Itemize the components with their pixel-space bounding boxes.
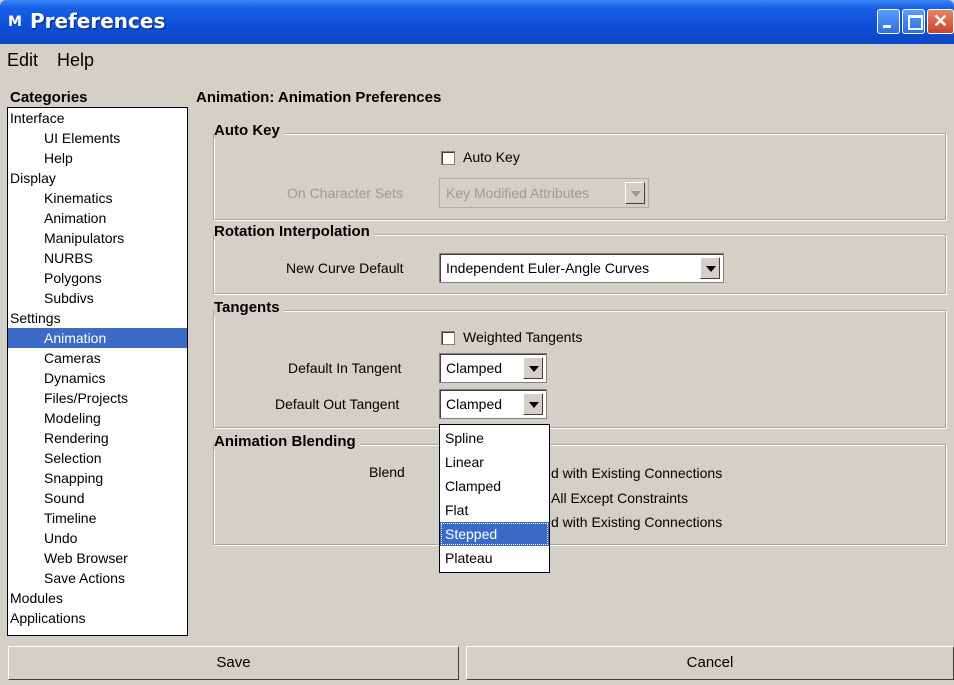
blend-option-1[interactable]: d with Existing Connections [551,465,722,481]
category-item[interactable]: Kinematics [8,188,187,208]
category-item[interactable]: Animation [8,328,187,348]
rotation-interpolation-title: Rotation Interpolation [214,223,374,240]
category-item[interactable]: Settings [8,308,187,328]
chevron-down-icon[interactable] [700,257,720,279]
dropdown-option[interactable]: Flat [440,498,549,522]
category-item[interactable]: Sound [8,488,187,508]
tangent-dropdown-list[interactable]: Spline Linear Clamped Flat Stepped Plateau [439,424,550,573]
dropdown-option[interactable]: Linear [440,450,549,474]
close-button[interactable]: ✕ [927,9,954,34]
default-in-tangent-label: Default In Tangent [288,360,402,376]
category-item[interactable]: Subdivs [8,288,187,308]
dropdown-option[interactable]: Plateau [440,546,549,570]
category-item[interactable]: Polygons [8,268,187,288]
auto-key-checkbox[interactable] [441,151,455,165]
character-sets-dropdown: Key Modified Attributes [439,178,649,208]
page-title: Animation: Animation Preferences [196,89,442,106]
maya-icon: Ⅿ [8,14,22,30]
category-item[interactable]: Web Browser [8,548,187,568]
blend-label: Blend [369,464,405,480]
category-item[interactable]: Interface [8,108,187,128]
default-in-tangent-value: Clamped [446,360,503,376]
category-item[interactable]: Undo [8,528,187,548]
category-item[interactable]: Animation [8,208,187,228]
category-item[interactable]: Save Actions [8,568,187,588]
category-item[interactable]: Help [8,148,187,168]
character-sets-label: On Character Sets [287,185,403,201]
category-item[interactable]: Display [8,168,187,188]
default-in-tangent-dropdown[interactable]: Clamped [439,353,547,383]
category-item[interactable]: Timeline [8,508,187,528]
chevron-down-icon[interactable] [523,357,543,379]
cancel-button[interactable]: Cancel [466,646,954,680]
category-item[interactable]: Manipulators [8,228,187,248]
category-item[interactable]: Rendering [8,428,187,448]
window-title: Preferences [30,9,166,33]
blend-option-2[interactable]: All Except Constraints [551,490,688,506]
category-item[interactable]: Modeling [8,408,187,428]
title-bar[interactable]: Ⅿ Preferences ✕ [0,0,954,44]
dropdown-option[interactable]: Stepped [440,522,549,546]
category-item[interactable]: UI Elements [8,128,187,148]
minimize-icon [878,10,899,33]
auto-key-label: Auto Key [463,149,520,165]
category-item[interactable]: Files/Projects [8,388,187,408]
category-item[interactable]: Dynamics [8,368,187,388]
new-curve-default-value: Independent Euler-Angle Curves [446,260,650,276]
chevron-down-icon[interactable] [523,393,543,415]
categories-label: Categories [10,89,88,106]
dropdown-option[interactable]: Spline [440,426,549,450]
category-item[interactable]: Cameras [8,348,187,368]
dropdown-option[interactable]: Clamped [440,474,549,498]
categories-list[interactable]: Interface UI Elements Help Display Kinematic… [7,107,188,636]
maximize-icon [903,10,924,33]
character-sets-value: Key Modified Attributes [446,185,590,201]
default-out-tangent-value: Clamped [446,396,503,412]
weighted-tangents-label: Weighted Tangents [463,329,583,345]
menu-bar: Edit Help [0,44,954,76]
category-item[interactable]: Selection [8,448,187,468]
category-item[interactable]: Applications [8,608,187,628]
minimize-button[interactable] [877,9,900,34]
menu-help[interactable]: Help [57,50,94,71]
category-item[interactable]: Snapping [8,468,187,488]
menu-edit[interactable]: Edit [7,50,38,71]
default-out-tangent-dropdown[interactable]: Clamped [439,389,547,419]
tangents-title: Tangents [214,299,284,316]
maximize-button[interactable] [902,9,925,34]
category-item[interactable]: NURBS [8,248,187,268]
blend-option-3[interactable]: d with Existing Connections [551,514,722,530]
animation-blending-title: Animation Blending [214,433,360,450]
default-out-tangent-label: Default Out Tangent [275,396,400,412]
new-curve-default-label: New Curve Default [286,260,404,276]
new-curve-default-dropdown[interactable]: Independent Euler-Angle Curves [439,253,724,283]
save-button[interactable]: Save [8,646,459,680]
category-item[interactable]: Modules [8,588,187,608]
weighted-tangents-checkbox[interactable] [441,331,455,345]
chevron-down-icon [625,182,645,204]
close-icon: ✕ [932,11,949,31]
auto-key-title: Auto Key [214,122,284,139]
